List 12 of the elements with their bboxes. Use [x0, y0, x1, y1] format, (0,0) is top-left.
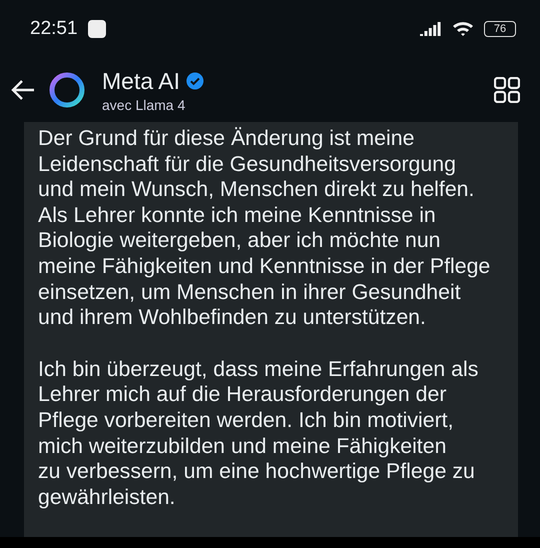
ring-logo-icon — [48, 71, 86, 109]
battery-level: 76 — [484, 21, 516, 37]
signal-icon — [420, 22, 442, 36]
wifi-icon — [452, 21, 474, 37]
status-time: 22:51 — [30, 18, 78, 40]
message-paragraph: Ich bin überzeugt, dass meine Erfahrungen als Lehrer mich auf die Herausforderungen der Pflege vorbereiten werden. Ich bin motiviert, mich weiterzubilden und meine Fähigkeiten zu verbessern, um eine hochwertige Pflege zu gewährleisten. — [38, 356, 480, 510]
notification-icon — [88, 20, 106, 38]
grid-icon[interactable] — [494, 77, 520, 103]
message-paragraph: Der Grund für diese Änderung ist meine Leidenschaft für die Gesundheitsversorgung und mein Wunsch, Menschen direkt zu helfen. Als Lehrer konnte ich meine Kenntnisse in Biologie weitergeben, aber ich möchte nun meine Fähigkeiten und Kenntnisse in der Pflege einsetzen, um Menschen in ihrer Gesundheit und ihrem Wohlbefinden zu unterstützen. — [38, 126, 492, 331]
chat-title: Meta AI — [102, 68, 180, 94]
chat-subtitle: avec Llama 4 — [102, 96, 186, 112]
back-icon[interactable] — [10, 79, 36, 101]
